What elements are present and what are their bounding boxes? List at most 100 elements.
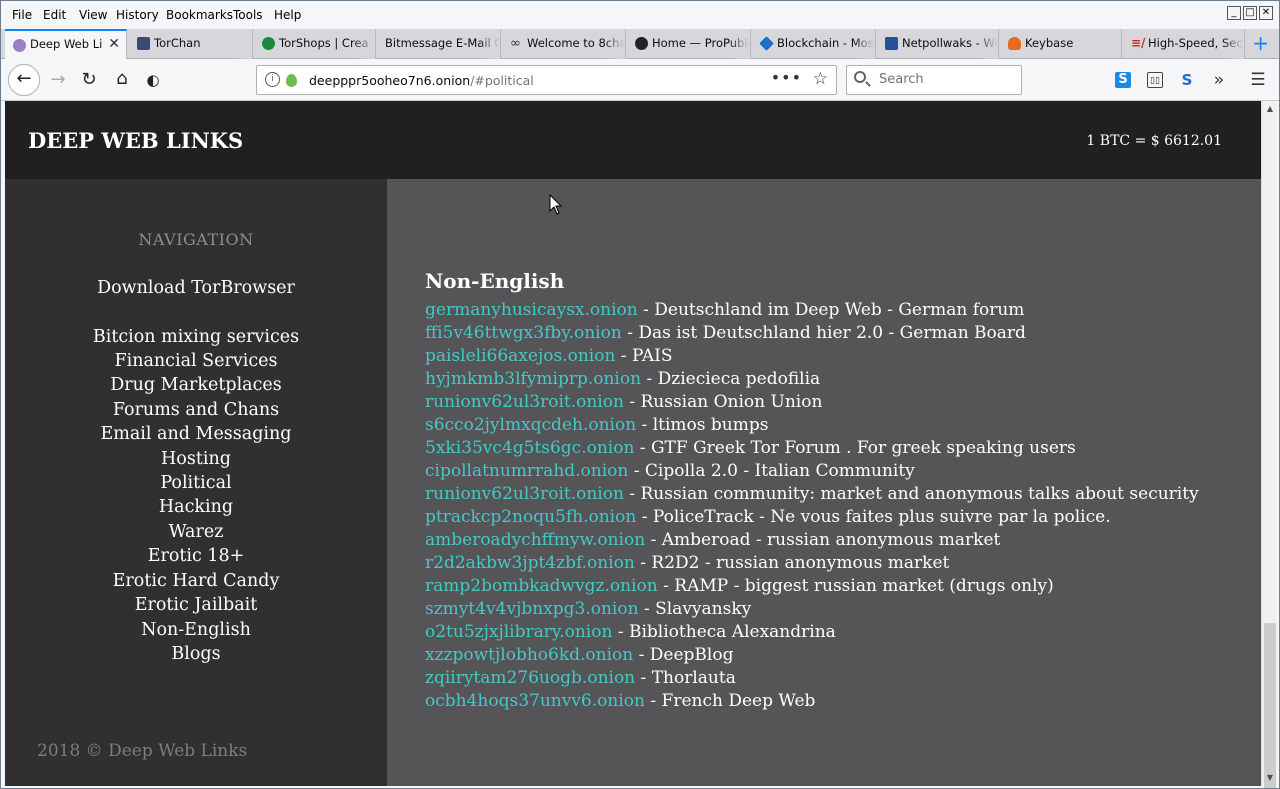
tor-onion-icon[interactable]: ◐ [144, 70, 162, 90]
blockchain-icon [759, 36, 774, 51]
nav-warez[interactable]: Warez [5, 522, 387, 542]
nav-bitcoin-mixing[interactable]: Bitcion mixing services [5, 327, 387, 347]
close-tab-icon[interactable]: ✕ [108, 31, 120, 58]
nav-blogs[interactable]: Blogs [5, 644, 387, 664]
link-row: s6cco2jylmxqcdeh.onion - ltimos bumps [425, 414, 1199, 437]
tab-keybase[interactable]: Keybase [1000, 29, 1122, 59]
link-row: zqiirytam276uogb.onion - Thorlauta [425, 667, 1199, 690]
onion-link[interactable]: r2d2akbw3jpt4zbf.onion [425, 553, 635, 573]
btc-price: 1 BTC = $ 6612.01 [1086, 133, 1222, 149]
nav-drug-marketplaces[interactable]: Drug Marketplaces [5, 375, 387, 395]
link-row: germanyhusicaysx.onion - Deutschland im … [425, 299, 1199, 322]
close-window-button[interactable]: ✕ [1259, 6, 1273, 20]
minimize-button[interactable]: _ [1227, 6, 1241, 20]
scroll-up-arrow-icon[interactable]: ▲ [1265, 104, 1275, 114]
search-bar[interactable] [846, 65, 1022, 95]
link-description: - French Deep Web [644, 691, 816, 711]
menu-edit[interactable]: Edit [43, 8, 66, 22]
menu-view[interactable]: View [79, 8, 107, 22]
onion-link[interactable]: ramp2bombkadwvgz.onion [425, 576, 658, 596]
nav-financial-services[interactable]: Financial Services [5, 351, 387, 371]
onion-link[interactable]: ffi5v46ttwgx3fby.onion [425, 323, 622, 343]
link-description: - PAIS [615, 346, 673, 366]
link-row: 5xki35vc4g5ts6gc.onion - GTF Greek Tor F… [425, 437, 1199, 460]
site-header: DEEP WEB LINKS 1 BTC = $ 6612.01 [5, 101, 1261, 179]
onion-link[interactable]: ptrackcp2noqu5fh.onion [425, 507, 636, 527]
nav-hacking[interactable]: Hacking [5, 497, 387, 517]
tab-deep-web-links[interactable]: Deep Web Li ✕ [5, 29, 127, 59]
tab-label: Keybase [1025, 36, 1074, 50]
bookmark-star-icon[interactable]: ☆ [813, 69, 828, 89]
nav-hosting[interactable]: Hosting [5, 449, 387, 469]
tab-bitmessage[interactable]: Bitmessage E-Mail Ga [377, 29, 501, 59]
link-description: - GTF Greek Tor Forum . For greek speaki… [634, 438, 1076, 458]
link-row: cipollatnumrrahd.onion - Cipolla 2.0 - I… [425, 460, 1199, 483]
nav-political[interactable]: Political [5, 473, 387, 493]
onion-link[interactable]: amberoadychffmyw.onion [425, 530, 645, 550]
reader-view-icon[interactable]: ▯▯ [1147, 72, 1163, 88]
link-row: ramp2bombkadwvgz.onion - RAMP - biggest … [425, 575, 1199, 598]
nav-email-messaging[interactable]: Email and Messaging [5, 424, 387, 444]
new-tab-button[interactable]: + [1252, 31, 1269, 55]
overflow-menu-icon[interactable]: » [1211, 72, 1227, 89]
scroll-down-arrow-icon[interactable]: ▼ [1265, 773, 1275, 783]
menu-bookmarks[interactable]: Bookmarks [166, 8, 233, 22]
maximize-button[interactable]: □ [1243, 6, 1257, 20]
onion-link[interactable]: szmyt4v4vjbnxpg3.onion [425, 599, 639, 619]
onion-link[interactable]: germanyhusicaysx.onion [425, 300, 638, 320]
onion-icon [286, 74, 297, 87]
nav-forums-chans[interactable]: Forums and Chans [5, 400, 387, 420]
link-description: - Thorlauta [635, 668, 736, 688]
reload-button[interactable]: ↻ [80, 70, 98, 90]
onion-link[interactable]: runionv62ul3roit.onion [425, 484, 624, 504]
scroll-thumb[interactable] [1264, 623, 1276, 788]
onion-link[interactable]: hyjmkmb3lfymiprp.onion [425, 369, 641, 389]
onion-link[interactable]: 5xki35vc4g5ts6gc.onion [425, 438, 634, 458]
tab-favicon-icon [137, 37, 150, 50]
link-description: - DeepBlog [633, 645, 734, 665]
menu-file[interactable]: File [12, 8, 32, 22]
onion-link[interactable]: zqiirytam276uogb.onion [425, 668, 635, 688]
search-input[interactable] [877, 71, 1011, 88]
onion-link[interactable]: paisleli66axejos.onion [425, 346, 615, 366]
skype-extension-icon[interactable]: S [1115, 72, 1131, 88]
nav-erotic-hard-candy[interactable]: Erotic Hard Candy [5, 571, 387, 591]
onion-link[interactable]: o2tu5zjxjlibrary.onion [425, 622, 612, 642]
search-icon [854, 71, 866, 83]
link-description: - Bibliotheca Alexandrina [612, 622, 836, 642]
onion-link[interactable]: xzzpowtjlobho6kd.onion [425, 645, 633, 665]
tab-propublica[interactable]: Home — ProPubli [627, 29, 751, 59]
page-actions-icon[interactable]: ••• [771, 68, 802, 87]
tab-torchan[interactable]: TorChan [129, 29, 253, 59]
nav-download-torbrowser[interactable]: Download TorBrowser [5, 278, 387, 298]
site-title[interactable]: DEEP WEB LINKS [28, 128, 243, 153]
sidebar: NAVIGATION Download TorBrowser Bitcion m… [5, 179, 387, 786]
link-description: - R2D2 - russian anonymous market [634, 553, 950, 573]
tab-high-speed[interactable]: ≡/ High-Speed, Sec [1123, 29, 1245, 59]
menu-history[interactable]: History [116, 8, 159, 22]
tab-label: Deep Web Li [30, 37, 103, 51]
onion-link[interactable]: cipollatnumrrahd.onion [425, 461, 628, 481]
url-text[interactable]: deepppr5ooheo7n6.onion/#political [309, 73, 534, 88]
onion-link[interactable]: ocbh4hoqs37unvv6.onion [425, 691, 645, 711]
back-button[interactable]: ← [8, 64, 40, 96]
tab-blockchain[interactable]: Blockchain - Most [752, 29, 876, 59]
site-info-icon[interactable]: i [265, 72, 280, 87]
forward-button[interactable]: → [49, 70, 67, 90]
tab-netpollwaks[interactable]: Netpollwaks - We [877, 29, 999, 59]
menu-help[interactable]: Help [274, 8, 301, 22]
nav-erotic-18[interactable]: Erotic 18+ [5, 546, 387, 566]
home-button[interactable]: ⌂ [112, 69, 132, 89]
extension-s-icon[interactable]: S [1179, 72, 1195, 88]
link-description: - Russian Onion Union [623, 392, 823, 412]
page-scrollbar[interactable]: ▲ ▼ [1261, 101, 1277, 788]
nav-erotic-jailbait[interactable]: Erotic Jailbait [5, 595, 387, 615]
hamburger-menu-icon[interactable]: ☰ [1250, 72, 1266, 89]
nav-non-english[interactable]: Non-English [5, 620, 387, 640]
onion-link[interactable]: runionv62ul3roit.onion [425, 392, 624, 412]
url-bar[interactable]: i deepppr5ooheo7n6.onion/#political ••• … [256, 65, 837, 95]
tab-8chan[interactable]: ∞ Welcome to 8cha [502, 29, 626, 59]
tab-torshops[interactable]: TorShops | Crea [254, 29, 376, 59]
menu-tools[interactable]: Tools [233, 8, 263, 22]
onion-link[interactable]: s6cco2jylmxqcdeh.onion [425, 415, 636, 435]
